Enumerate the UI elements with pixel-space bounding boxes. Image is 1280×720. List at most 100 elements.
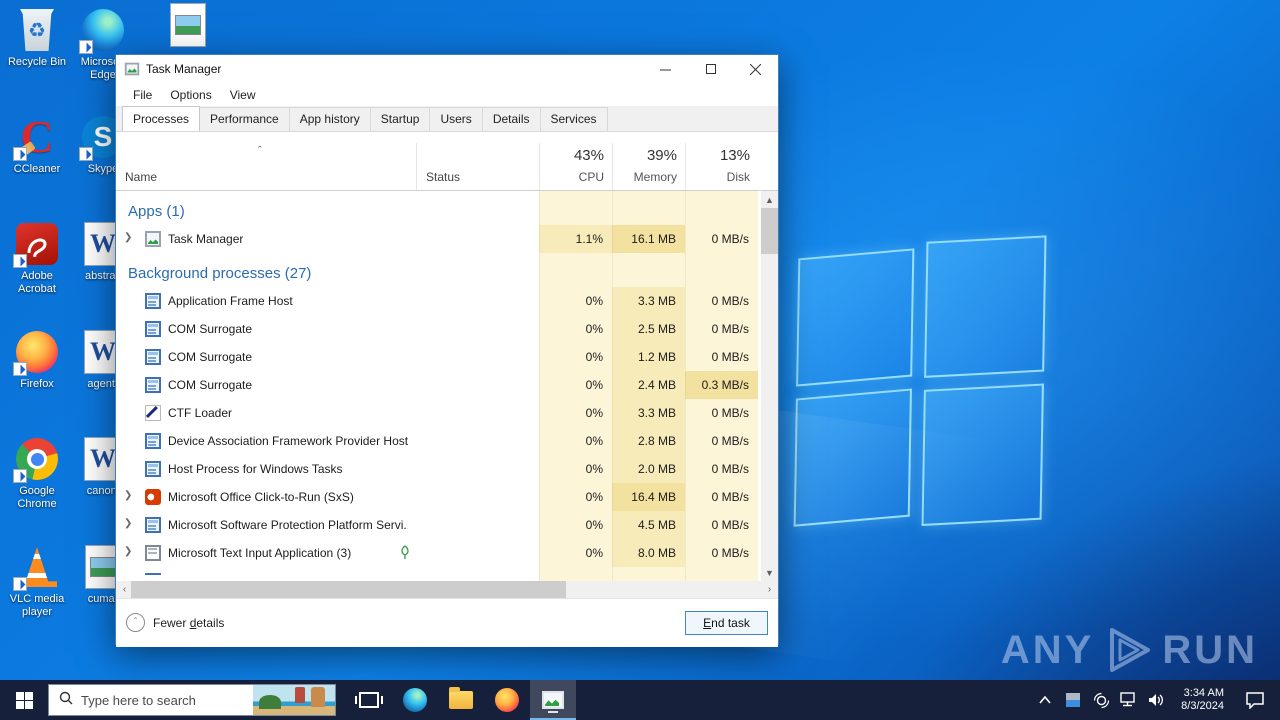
process-row[interactable]: COM Surrogate 0%2.5 MB0 MB/s <box>116 315 763 343</box>
shortcut-arrow-icon <box>13 577 27 591</box>
disk-value: 0 MB/s <box>685 399 758 427</box>
disk-value: 0 MB/s <box>685 315 758 343</box>
process-row-partial[interactable] <box>116 567 763 575</box>
menu-options[interactable]: Options <box>161 86 220 104</box>
shortcut-arrow-icon <box>13 469 27 483</box>
search-highlight-image[interactable] <box>253 685 335 715</box>
action-center-button[interactable] <box>1236 680 1274 720</box>
process-icon-frame <box>145 461 161 477</box>
desktop-icon-label: Recycle Bin <box>1 56 73 69</box>
taskbar-clock[interactable]: 3:34 AM 8/3/2024 <box>1173 687 1232 713</box>
shortcut-arrow-icon <box>79 40 93 54</box>
search-box[interactable]: Type here to search <box>48 684 336 716</box>
vertical-scroll-thumb[interactable] <box>761 208 778 254</box>
horizontal-scrollbar[interactable]: ‹ › <box>116 581 778 598</box>
menu-view[interactable]: View <box>221 86 265 104</box>
expand-chevron-icon[interactable]: ❯ <box>124 232 132 243</box>
tab-app-history[interactable]: App history <box>289 107 371 131</box>
process-row[interactable]: ❯Task Manager1.1%16.1 MB0 MB/s <box>116 225 763 253</box>
desktop-icon-label: Adobe Acrobat <box>1 270 73 296</box>
expand-chevron-icon[interactable]: ❯ <box>124 490 132 501</box>
action-center-icon <box>1245 691 1265 709</box>
minimize-button[interactable] <box>643 55 688 83</box>
tray-sync-icon[interactable] <box>1089 680 1113 720</box>
tab-performance[interactable]: Performance <box>199 107 290 131</box>
volume-icon[interactable] <box>1145 680 1169 720</box>
scroll-up-icon[interactable]: ▲ <box>761 191 778 208</box>
column-cpu[interactable]: 43% CPU <box>539 143 612 190</box>
process-icon <box>145 573 161 575</box>
cpu-value: 0% <box>539 371 612 399</box>
process-row[interactable]: COM Surrogate0%1.2 MB0 MB/s <box>116 343 763 371</box>
cpu-value: 0% <box>539 399 612 427</box>
cpu-value: 0% <box>539 455 612 483</box>
process-row[interactable]: ❯Microsoft Text Input Application (3)0%8… <box>116 539 763 567</box>
process-row[interactable]: Application Frame Host0%3.3 MB0 MB/s <box>116 287 763 315</box>
tab-startup[interactable]: Startup <box>370 107 431 131</box>
desktop-icon-firefox[interactable]: Firefox <box>1 330 73 391</box>
tab-services[interactable]: Services <box>540 107 608 131</box>
desktop-icon-adobe-acrobat[interactable]: Adobe Acrobat <box>1 222 73 296</box>
task-manager-window: Task Manager FileOptionsView ProcessesPe… <box>115 54 779 645</box>
scroll-down-icon[interactable]: ▼ <box>761 564 778 581</box>
scroll-right-icon[interactable]: › <box>761 581 778 598</box>
expand-chevron-icon[interactable]: ❯ <box>124 518 132 529</box>
column-name[interactable]: ˆ Name <box>116 143 416 190</box>
memory-value: 4.5 MB <box>612 511 685 539</box>
tray-app-icon[interactable] <box>1061 680 1085 720</box>
process-icon-pen <box>145 405 161 421</box>
taskbar-firefox-button[interactable] <box>484 680 530 720</box>
vertical-scrollbar[interactable]: ▲ ▼ <box>761 191 778 581</box>
shortcut-arrow-icon <box>79 147 93 161</box>
cpu-value: 0% <box>539 315 612 343</box>
column-memory[interactable]: 39% Memory <box>612 143 685 190</box>
memory-value: 3.3 MB <box>612 399 685 427</box>
memory-value: 16.4 MB <box>612 483 685 511</box>
process-row[interactable]: CTF Loader0%3.3 MB0 MB/s <box>116 399 763 427</box>
memory-value: 8.0 MB <box>612 539 685 567</box>
taskbar-edge-button[interactable] <box>392 680 438 720</box>
process-row[interactable]: ❯Microsoft Software Protection Platform … <box>116 511 763 539</box>
tab-processes[interactable]: Processes <box>122 106 200 131</box>
process-row[interactable]: Device Association Framework Provider Ho… <box>116 427 763 455</box>
desktop-icon-ccleaner[interactable]: CCCleaner <box>1 115 73 176</box>
eco-mode-leaf-icon <box>399 545 411 563</box>
maximize-button[interactable] <box>688 55 733 83</box>
title-bar[interactable]: Task Manager <box>116 55 778 83</box>
column-status[interactable]: Status <box>416 143 539 190</box>
taskbar-task-manager-button[interactable] <box>530 680 576 720</box>
sort-ascending-icon: ˆ <box>258 145 262 157</box>
process-icon-frame <box>145 433 161 449</box>
column-disk[interactable]: 13% Disk <box>685 143 758 190</box>
fewer-details-button[interactable]: ˆ Fewer details <box>126 613 224 632</box>
process-icon-taskmgr <box>145 231 161 247</box>
process-row[interactable]: Host Process for Windows Tasks0%2.0 MB0 … <box>116 455 763 483</box>
memory-value: 2.5 MB <box>612 315 685 343</box>
process-icon-frame <box>145 321 161 337</box>
process-row[interactable]: COM Surrogate0%2.4 MB0.3 MB/s <box>116 371 763 399</box>
tab-users[interactable]: Users <box>429 107 482 131</box>
disk-value: 0 MB/s <box>685 539 758 567</box>
task-view-button[interactable] <box>346 680 392 720</box>
process-name: COM Surrogate <box>168 322 252 336</box>
memory-value: 3.3 MB <box>612 287 685 315</box>
start-button[interactable] <box>0 680 48 720</box>
end-task-button[interactable]: End task <box>685 611 768 635</box>
desktop-icon-recycle-bin[interactable]: ♻Recycle Bin <box>1 8 73 69</box>
menu-file[interactable]: File <box>124 86 161 104</box>
close-button[interactable] <box>733 55 778 83</box>
process-row[interactable]: ❯Microsoft Office Click-to-Run (SxS)0%16… <box>116 483 763 511</box>
expand-chevron-icon[interactable]: ❯ <box>124 546 132 557</box>
desktop-icon-google-chrome[interactable]: Google Chrome <box>1 437 73 511</box>
process-icon-frame <box>145 293 161 309</box>
group-header[interactable]: Background processes (27) <box>116 259 763 287</box>
hidden-icons-chevron[interactable] <box>1033 680 1057 720</box>
horizontal-scroll-thumb[interactable] <box>131 581 566 598</box>
desktop-icon-vlc-media-player[interactable]: VLC media player <box>1 545 73 619</box>
tab-details[interactable]: Details <box>482 107 541 131</box>
cpu-value: 0% <box>539 427 612 455</box>
network-icon[interactable] <box>1117 680 1141 720</box>
desktop-icon-image-file-top[interactable] <box>152 3 224 51</box>
taskbar-explorer-button[interactable] <box>438 680 484 720</box>
group-header[interactable]: Apps (1) <box>116 197 763 225</box>
